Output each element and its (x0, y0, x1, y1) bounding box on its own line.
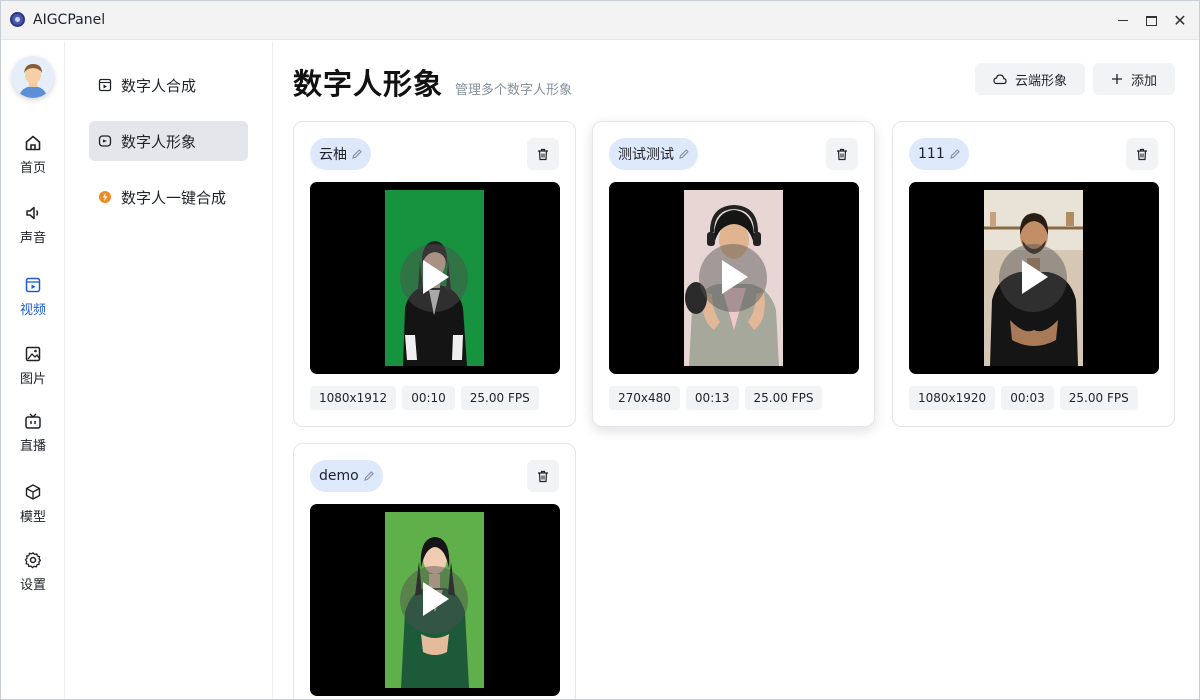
avatar-name-tag[interactable]: 云柚 (310, 138, 371, 170)
nav-audio[interactable]: 声音 (1, 204, 65, 260)
avatar-name: 云柚 (319, 147, 347, 163)
avatar-name: 111 (918, 146, 945, 162)
resolution-chip: 1080x1920 (909, 386, 996, 410)
nav-image[interactable]: 图片 (1, 345, 65, 401)
nav-audio-label: 声音 (19, 231, 46, 246)
avatar-name: 测试测试 (618, 147, 674, 163)
nav-model-label: 模型 (19, 510, 46, 525)
duration-chip: 00:13 (685, 386, 739, 410)
minimize-icon (1118, 19, 1128, 22)
user-avatar[interactable] (12, 56, 54, 98)
trash-icon (538, 148, 548, 160)
fps-chip: 25.00 FPS (460, 386, 539, 410)
nav-model[interactable]: 模型 (1, 483, 65, 539)
avatar-icon (12, 56, 54, 98)
nav-video-label: 视频 (19, 303, 46, 318)
home-icon (25, 135, 41, 151)
maximize-icon (1145, 15, 1157, 26)
play-icon[interactable] (423, 582, 449, 616)
avatar-card: demo (293, 443, 576, 699)
pencil-icon[interactable] (678, 148, 690, 160)
window-title: AIGCPanel (33, 12, 106, 28)
duration-chip: 00:03 (1001, 386, 1054, 410)
avatar-card: 111 1080x1920 00:03 25.00 FPS (892, 121, 1175, 427)
add-avatar-button[interactable]: 添加 (1093, 63, 1175, 95)
lightning-badge-icon (99, 191, 111, 203)
video-preview[interactable] (609, 182, 859, 374)
video-icon (25, 277, 41, 293)
maximize-button[interactable] (1135, 1, 1167, 40)
nav-settings[interactable]: 设置 (1, 551, 65, 607)
fps-chip: 25.00 FPS (1059, 386, 1138, 410)
cloud-icon (993, 74, 1007, 85)
delete-button[interactable] (527, 460, 559, 492)
delete-button[interactable] (527, 138, 559, 170)
avatar-card: 测试测试 270x480 00:13 25.00 FPS (592, 121, 875, 427)
speaker-icon (26, 206, 39, 220)
avatar-name-tag[interactable]: 111 (909, 138, 969, 170)
gear-icon (24, 552, 42, 569)
video-metadata: 1080x1912 00:10 25.00 FPS (310, 386, 539, 410)
video-metadata: 270x480 00:13 25.00 FPS (609, 386, 823, 410)
pencil-icon[interactable] (949, 148, 961, 160)
primary-sidebar: 首页 声音 视频 图片 直播 模型 设置 (1, 41, 65, 699)
app-logo-icon (10, 12, 25, 27)
close-icon: ✕ (1173, 10, 1187, 30)
avatar-name-tag[interactable]: 测试测试 (609, 138, 698, 170)
secondary-sidebar: 数字人合成 数字人形象 数字人一键合成 (65, 41, 273, 699)
close-button[interactable]: ✕ (1164, 1, 1196, 40)
main-content: 数字人形象 管理多个数字人形象 云端形象 添加 云柚 1080x1912 00:… (273, 41, 1199, 699)
subnav-avatars-label: 数字人形象 (121, 132, 197, 151)
cube-icon (25, 484, 41, 500)
trash-icon (538, 470, 548, 482)
nav-live[interactable]: 直播 (1, 412, 65, 468)
nav-image-label: 图片 (19, 372, 46, 387)
video-frame-icon (98, 78, 112, 92)
avatar-name: demo (319, 468, 359, 484)
avatar-card: 云柚 1080x1912 00:10 25.00 FPS (293, 121, 576, 427)
page-title: 数字人形象 (293, 67, 444, 101)
avatar-name-tag[interactable]: demo (310, 460, 383, 492)
fps-chip: 25.00 FPS (744, 386, 823, 410)
delete-button[interactable] (826, 138, 858, 170)
nav-settings-label: 设置 (19, 578, 46, 593)
page-subtitle: 管理多个数字人形象 (455, 83, 573, 98)
nav-home-label: 首页 (19, 161, 46, 176)
trash-icon (1137, 148, 1147, 160)
trash-icon (837, 148, 847, 160)
image-icon (25, 346, 41, 362)
subnav-synthesis-label: 数字人合成 (121, 76, 197, 95)
video-preview[interactable] (310, 504, 560, 696)
resolution-chip: 1080x1912 (310, 386, 397, 410)
avatar-frame-icon (98, 135, 112, 147)
subnav-item-one-click[interactable]: 数字人一键合成 (89, 177, 248, 217)
resolution-chip: 270x480 (609, 386, 680, 410)
tv-icon (25, 413, 41, 429)
cloud-avatars-button[interactable]: 云端形象 (975, 63, 1085, 95)
subnav-one-click-label: 数字人一键合成 (121, 188, 227, 207)
delete-button[interactable] (1126, 138, 1158, 170)
nav-live-label: 直播 (19, 439, 46, 454)
play-icon[interactable] (423, 260, 449, 294)
pencil-icon[interactable] (363, 470, 375, 482)
video-metadata: 1080x1920 00:03 25.00 FPS (909, 386, 1138, 410)
play-icon[interactable] (722, 260, 748, 294)
subnav-item-avatars[interactable]: 数字人形象 (89, 121, 248, 161)
nav-home[interactable]: 首页 (1, 134, 65, 190)
video-preview[interactable] (310, 182, 560, 374)
pencil-icon[interactable] (351, 148, 363, 160)
nav-video[interactable]: 视频 (1, 276, 65, 332)
subnav-item-synthesis[interactable]: 数字人合成 (89, 65, 248, 105)
video-preview[interactable] (909, 182, 1159, 374)
play-icon[interactable] (1022, 260, 1048, 294)
title-bar: AIGCPanel ✕ (1, 1, 1199, 40)
add-avatar-label: 添加 (1130, 73, 1157, 89)
duration-chip: 00:10 (402, 386, 455, 410)
cloud-avatars-label: 云端形象 (1014, 73, 1067, 89)
plus-icon (1111, 74, 1122, 84)
app-window: AIGCPanel ✕ 首页 声音 视频 图片 直播 模型 设置 数字人合成 数… (0, 0, 1200, 700)
